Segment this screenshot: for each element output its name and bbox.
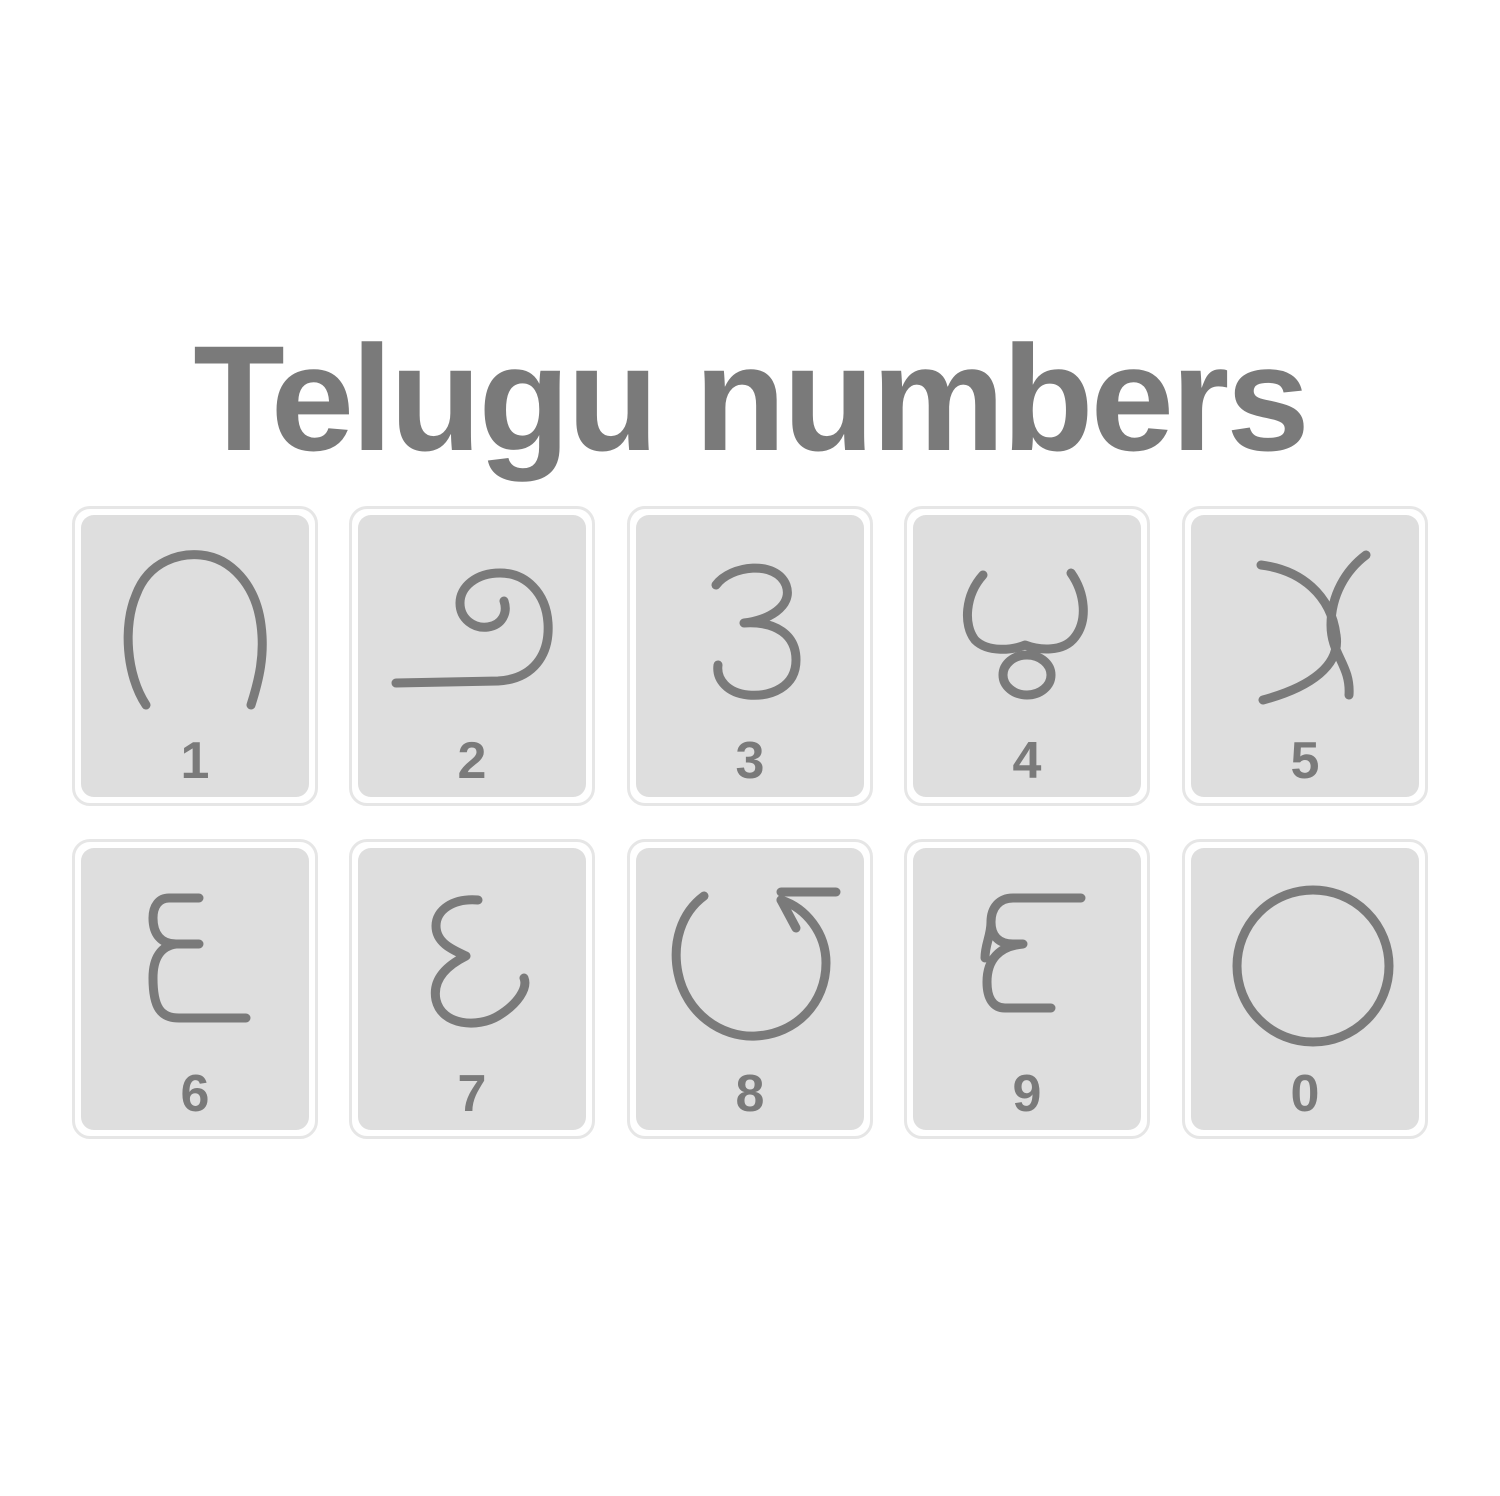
telugu-digit-four-icon (913, 515, 1141, 743)
number-tile-6: 6 (72, 839, 318, 1139)
number-tile-4: 4 (904, 506, 1150, 806)
telugu-digit-eight-icon (636, 848, 864, 1076)
telugu-digit-six-icon (81, 848, 309, 1076)
number-tile-9: 9 (904, 839, 1150, 1139)
number-label: 4 (1012, 732, 1042, 790)
telugu-digit-seven-icon (358, 848, 586, 1076)
number-label: 9 (1012, 1065, 1042, 1123)
number-tile-8: 8 (627, 839, 873, 1139)
number-label: 1 (180, 732, 210, 790)
number-label: 3 (735, 732, 765, 790)
page-title: Telugu numbers (193, 314, 1310, 482)
number-label: 5 (1290, 732, 1320, 790)
number-tile-1: 1 (72, 506, 318, 806)
number-label: 7 (457, 1065, 487, 1123)
number-label: 8 (735, 1065, 765, 1123)
number-label: 0 (1290, 1065, 1320, 1123)
number-label: 6 (180, 1065, 210, 1123)
telugu-digit-one-icon (81, 515, 309, 743)
telugu-digit-five-icon (1191, 515, 1419, 743)
number-label: 2 (457, 732, 487, 790)
number-tile-5: 5 (1182, 506, 1428, 806)
number-tile-3: 3 (627, 506, 873, 806)
telugu-digit-three-icon (636, 515, 864, 743)
number-tile-2: 2 (349, 506, 595, 806)
number-tile-7: 7 (349, 839, 595, 1139)
telugu-digit-zero-icon (1191, 848, 1419, 1076)
telugu-digit-two-icon (358, 515, 586, 743)
numbers-grid: 1 2 3 4 5 6 7 8 9 0 (72, 506, 1428, 1140)
telugu-digit-nine-icon (913, 848, 1141, 1076)
number-tile-0: 0 (1182, 839, 1428, 1139)
